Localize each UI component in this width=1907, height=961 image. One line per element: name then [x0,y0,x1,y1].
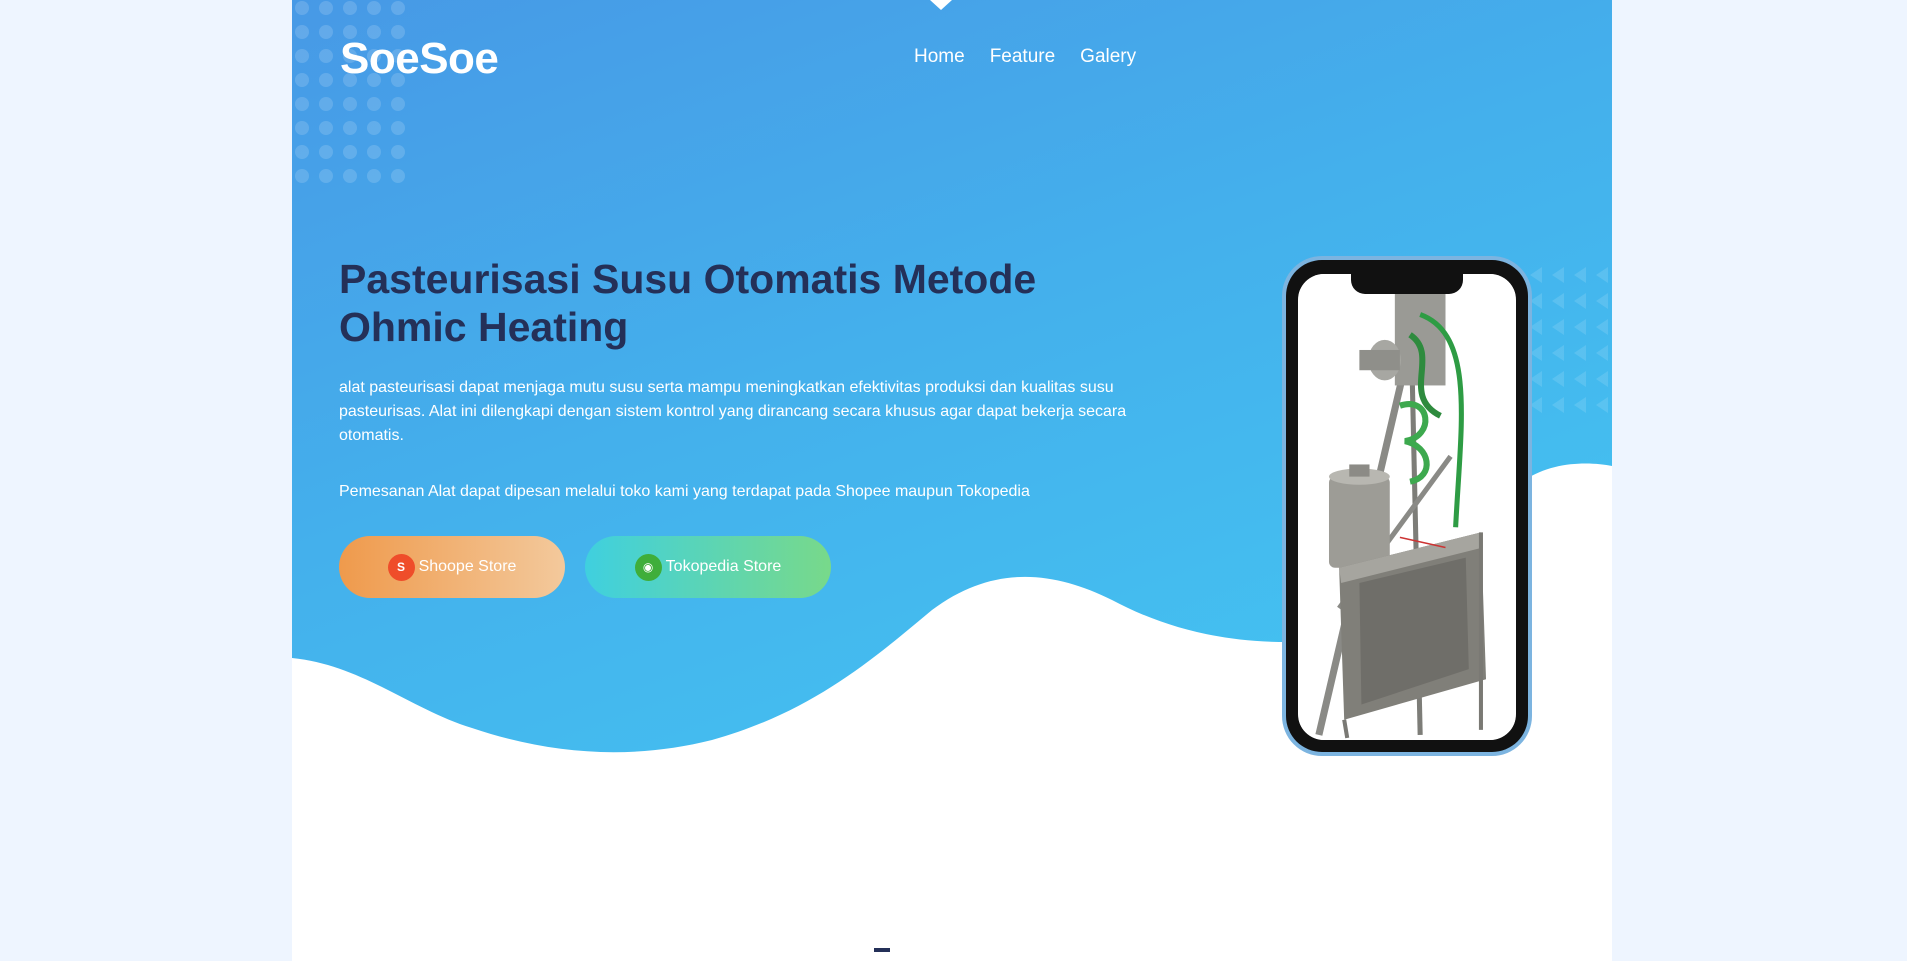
pasteurization-machine-image [1298,274,1516,740]
hero-description: alat pasteurisasi dapat menjaga mutu sus… [339,379,1127,444]
tokopedia-store-button[interactable]: ◉ Tokopedia Store [585,536,831,598]
tokopedia-bag-icon: ◉ [634,553,662,581]
hero-title: Pasteurisasi Susu Otomatis Metode Ohmic … [339,256,1037,350]
nav-item-home[interactable]: Home [914,46,965,68]
tokopedia-store-label: Tokopedia Store [665,558,782,575]
nav-item-feature[interactable]: Feature [990,46,1055,68]
nav-notch-indicator [930,0,952,10]
phone-mockup [1282,256,1532,756]
shopee-store-button[interactable]: S Shoope Store [339,536,565,598]
main-nav: Home Feature Galery [914,46,1136,68]
phone-notch [1351,272,1463,294]
shopee-store-label: Shoope Store [418,558,517,575]
next-section-heading-peek [874,948,890,952]
phone-frame [1286,260,1528,752]
nav-item-galery[interactable]: Galery [1080,46,1136,68]
brand-logo[interactable]: SoeSoe [340,34,499,84]
shopee-bag-icon: S [387,553,415,581]
phone-screen [1298,274,1516,740]
landing-page: SoeSoe Home Feature Galery Pasteurisasi … [292,0,1612,961]
hero-order-text: Pemesanan Alat dapat dipesan melalui tok… [339,483,1030,500]
